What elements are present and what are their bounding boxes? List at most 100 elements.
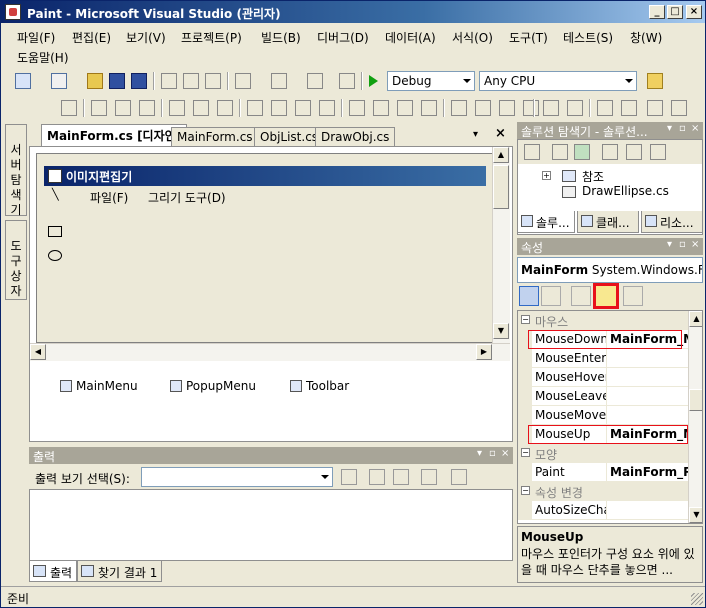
close-document-icon[interactable]: × [495, 126, 506, 141]
center-horizontally-icon[interactable] [543, 100, 559, 116]
increase-horizontal-spacing-icon[interactable] [373, 100, 389, 116]
chevron-down-icon[interactable]: ▾ [667, 239, 672, 250]
minimize-button[interactable]: _ [649, 5, 665, 19]
event-handler-value[interactable] [606, 501, 688, 520]
size-to-grid-icon[interactable] [271, 100, 287, 116]
decrease-horizontal-spacing-icon[interactable] [397, 100, 413, 116]
line-tool-icon[interactable]: ╲ [52, 188, 59, 201]
collapse-icon[interactable]: − [521, 448, 530, 457]
rectangle-tool-icon[interactable] [48, 226, 62, 237]
form-title-bar[interactable]: 이미지편집기 [44, 166, 486, 186]
tab-order-icon[interactable] [647, 100, 663, 116]
paint-app-icon[interactable] [5, 4, 21, 20]
category-mouse[interactable]: − 마우스 [518, 311, 688, 330]
scroll-down-icon[interactable]: ▼ [689, 507, 702, 523]
event-row-autosizechanged[interactable]: AutoSizeCha [518, 501, 688, 520]
resize-grip[interactable] [691, 593, 703, 605]
find-in-files-icon[interactable] [647, 73, 663, 89]
auto-hide-pin-icon[interactable]: ▫ [489, 448, 496, 459]
menu-project[interactable]: 프로젝트(P) [181, 29, 242, 46]
navigate-forward-icon[interactable] [339, 73, 355, 89]
chevron-down-icon[interactable]: ▾ [477, 448, 482, 459]
menu-window[interactable]: 창(W) [630, 29, 662, 46]
tab-resource-view[interactable]: 리소... [641, 211, 703, 233]
event-handler-value[interactable] [606, 387, 688, 406]
form-menu-draw-tools[interactable]: 그리기 도구(D) [148, 189, 226, 206]
solution-explorer-header[interactable]: 솔루션 탐색기 - 솔루션... ▾ ▫ × [517, 122, 703, 139]
clear-all-icon[interactable] [421, 469, 437, 485]
center-vertically-icon[interactable] [567, 100, 583, 116]
tab-objlist[interactable]: ObjList.cs [254, 127, 325, 146]
tab-solution-explorer[interactable]: 솔루... [517, 211, 575, 233]
scroll-left-icon[interactable]: ◀ [30, 344, 46, 360]
send-to-back-icon[interactable] [621, 100, 637, 116]
scroll-up-icon[interactable]: ▲ [493, 147, 509, 163]
navigate-backward-icon[interactable] [307, 73, 323, 89]
menu-help[interactable]: 도움말(H) [17, 49, 69, 66]
event-handler-value[interactable] [606, 368, 688, 387]
make-same-width-icon[interactable] [247, 100, 263, 116]
redo-icon[interactable] [271, 73, 287, 89]
tray-mainmenu[interactable]: MainMenu [60, 379, 138, 393]
event-row-mouseleave[interactable]: MouseLeave [518, 387, 688, 406]
copy-icon[interactable] [183, 73, 199, 89]
start-debugging-icon[interactable] [369, 75, 378, 87]
form-client-area[interactable] [44, 206, 486, 336]
tab-list-dropdown-icon[interactable]: ▾ [473, 129, 478, 140]
tab-find-results-1[interactable]: 찾기 결과 1 [77, 561, 163, 582]
auto-hide-pin-icon[interactable]: ▫ [679, 239, 686, 250]
properties-view-icon[interactable] [571, 286, 591, 306]
tab-class-view[interactable]: 클래... [577, 211, 639, 233]
event-row-paint[interactable]: Paint MainForm_Pa [518, 463, 688, 482]
view-code-icon[interactable] [602, 144, 618, 160]
align-to-grid-icon[interactable] [61, 100, 77, 116]
menu-tools[interactable]: 도구(T) [509, 29, 548, 46]
properties-object-selector[interactable]: MainForm System.Windows.Fo [517, 257, 703, 283]
go-to-previous-message-icon[interactable] [369, 469, 385, 485]
toggle-word-wrap-icon[interactable] [451, 469, 467, 485]
align-lefts-icon[interactable] [91, 100, 107, 116]
event-row-mousehover[interactable]: MouseHover [518, 368, 688, 387]
increase-vertical-spacing-icon[interactable] [475, 100, 491, 116]
properties-header[interactable]: 속성 ▾ ▫ × [517, 238, 703, 255]
cut-icon[interactable] [161, 73, 177, 89]
paste-icon[interactable] [205, 73, 221, 89]
close-icon[interactable]: × [691, 239, 699, 250]
properties-vertical-scrollbar[interactable]: ▲ ▼ [688, 311, 702, 523]
menu-data[interactable]: 데이터(A) [385, 29, 436, 46]
events-lightning-icon[interactable] [593, 283, 619, 309]
ellipse-tool-icon[interactable] [48, 250, 62, 261]
align-tops-icon[interactable] [169, 100, 185, 116]
server-explorer-tab[interactable]: 서버 탐색기 [5, 124, 27, 217]
view-class-diagram-icon[interactable] [650, 144, 666, 160]
chevron-down-icon[interactable]: ▾ [667, 123, 672, 134]
solution-config-combo[interactable]: Debug [387, 71, 475, 91]
event-row-mouseenter[interactable]: MouseEnter [518, 349, 688, 368]
refresh-icon[interactable] [574, 144, 590, 160]
menu-test[interactable]: 테스트(S) [563, 29, 613, 46]
go-to-next-message-icon[interactable] [393, 469, 409, 485]
close-button[interactable]: × [686, 5, 702, 19]
remove-vertical-spacing-icon[interactable] [523, 100, 539, 116]
form-menu-file[interactable]: 파일(F) [90, 189, 128, 206]
properties-icon[interactable] [524, 144, 540, 160]
find-message-icon[interactable] [341, 469, 357, 485]
save-all-icon[interactable] [131, 73, 147, 89]
scroll-thumb[interactable] [689, 389, 702, 411]
designer-horizontal-scrollbar[interactable]: ◀ ▶ [30, 343, 510, 361]
collapse-icon[interactable]: − [521, 486, 530, 495]
align-middles-icon[interactable] [193, 100, 209, 116]
scroll-down-icon[interactable]: ▼ [493, 323, 509, 339]
remove-horizontal-spacing-icon[interactable] [421, 100, 437, 116]
event-row-mousemove[interactable]: MouseMove [518, 406, 688, 425]
lock-controls-icon[interactable] [671, 100, 687, 116]
align-bottoms-icon[interactable] [217, 100, 233, 116]
tray-popupmenu[interactable]: PopupMenu [170, 379, 256, 393]
designer-vertical-scrollbar[interactable]: ▲ ▼ [492, 147, 510, 343]
output-text-area[interactable] [29, 489, 513, 561]
platform-combo[interactable]: Any CPU [479, 71, 637, 91]
scroll-right-icon[interactable]: ▶ [476, 344, 492, 360]
menu-format[interactable]: 서식(O) [452, 29, 493, 46]
event-handler-value[interactable] [606, 406, 688, 425]
save-icon[interactable] [109, 73, 125, 89]
